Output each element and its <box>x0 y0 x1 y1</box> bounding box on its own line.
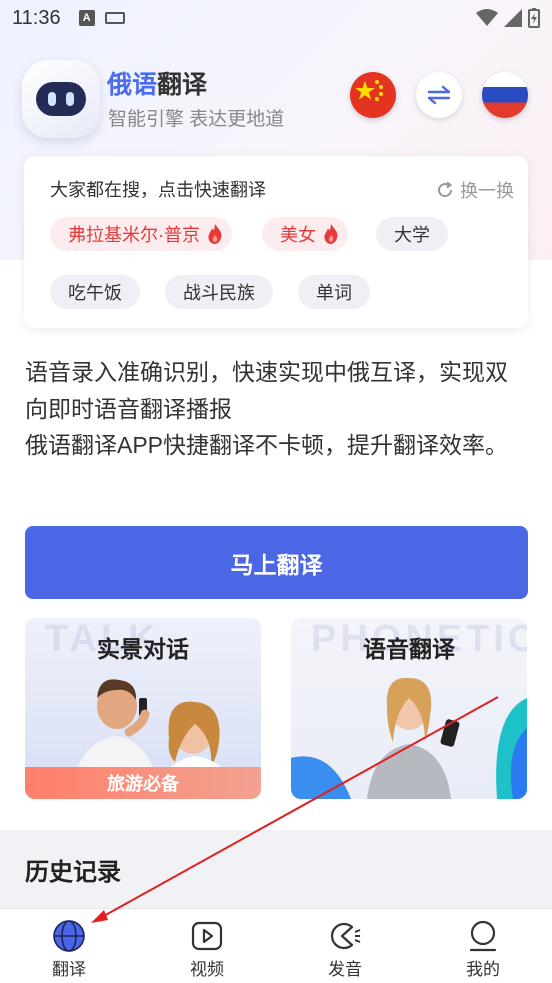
hot-chip-beauty[interactable]: 美女 <box>262 217 348 251</box>
chip-label: 美女 <box>280 225 316 245</box>
chip-label: 战斗民族 <box>183 283 255 303</box>
app-description: 语音录入准确识别，快速实现中俄互译，实现双向即时语音翻译播报 俄语翻译APP快捷… <box>25 354 530 464</box>
pronunciation-icon <box>330 922 361 950</box>
nav-pronunciation[interactable]: 发音 <box>305 919 385 980</box>
app-title-part1: 俄语 <box>107 71 158 99</box>
history-title: 历史记录 <box>25 859 121 886</box>
chip-label: 吃午饭 <box>68 283 122 303</box>
chip-label: 单词 <box>316 283 352 303</box>
battery-icon <box>528 8 540 28</box>
video-play-icon <box>191 921 223 951</box>
feature-title: 语音翻译 <box>363 636 455 662</box>
chip-university[interactable]: 大学 <box>376 217 448 251</box>
app-title-part2: 翻译 <box>157 71 208 99</box>
feature-card-voice-translate[interactable]: PHONETIC 语音翻译 <box>291 618 527 799</box>
description-line2: 俄语翻译APP快捷翻译不卡顿，提升翻译效率。 <box>25 432 509 458</box>
profile-icon <box>469 920 497 952</box>
chip-word[interactable]: 单词 <box>298 275 370 309</box>
nav-translate[interactable]: 翻译 <box>29 919 109 980</box>
nav-label: 视频 <box>190 960 224 979</box>
chip-label: 弗拉基米尔·普京 <box>68 225 200 245</box>
chip-fighting-nation[interactable]: 战斗民族 <box>165 275 273 309</box>
swap-languages-button[interactable] <box>416 72 462 118</box>
swap-arrows-icon <box>427 85 451 105</box>
hot-search-title: 大家都在搜，点击快速翻译 <box>50 180 266 200</box>
keyboard-icon <box>104 12 125 24</box>
woman-with-phone-illustration <box>291 677 527 799</box>
status-time: 11:36 <box>12 6 61 29</box>
refresh-label: 换一换 <box>460 181 514 201</box>
nav-profile[interactable]: 我的 <box>443 919 523 980</box>
refresh-button[interactable]: 换一换 <box>436 177 514 203</box>
status-bar: 11:36 A <box>0 0 552 36</box>
app-title: 俄语翻译 <box>107 65 207 101</box>
a-notification-icon: A <box>78 10 95 26</box>
app-subtitle: 智能引擎 表达更地道 <box>108 109 285 130</box>
russia-flag-icon[interactable] <box>482 72 528 118</box>
chip-lunch[interactable]: 吃午饭 <box>50 275 140 309</box>
refresh-icon <box>438 181 453 198</box>
description-line1: 语音录入准确识别，快速实现中俄互译，实现双向即时语音翻译播报 <box>25 359 508 422</box>
hot-chip-putin[interactable]: 弗拉基米尔·普京 <box>50 217 232 251</box>
app-header: 俄语翻译 智能引擎 表达更地道 <box>22 60 532 138</box>
translate-now-button[interactable]: 马上翻译 <box>25 526 528 599</box>
feature-title: 实景对话 <box>97 636 189 662</box>
chip-label: 大学 <box>394 225 430 245</box>
globe-icon <box>53 920 85 952</box>
nav-video[interactable]: 视频 <box>167 919 247 980</box>
bottom-navigation: 翻译 视频 发音 我的 <box>0 908 552 983</box>
flame-icon <box>208 224 222 244</box>
feature-card-dialogue[interactable]: TALK 实景对话 旅游必备 <box>25 618 261 799</box>
travel-essential-badge: 旅游必备 <box>25 767 261 799</box>
robot-face-icon <box>36 82 86 116</box>
app-logo <box>22 60 100 138</box>
flame-icon <box>324 224 338 244</box>
china-flag-icon[interactable] <box>350 72 396 118</box>
wifi-icon <box>476 9 498 26</box>
signal-icon <box>504 9 522 27</box>
nav-label: 翻译 <box>52 960 86 979</box>
hot-search-card: 大家都在搜，点击快速翻译 换一换 弗拉基米尔·普京 美女 大学 吃午饭 战斗民族… <box>24 156 528 328</box>
nav-label: 我的 <box>466 960 500 979</box>
nav-label: 发音 <box>328 960 362 979</box>
